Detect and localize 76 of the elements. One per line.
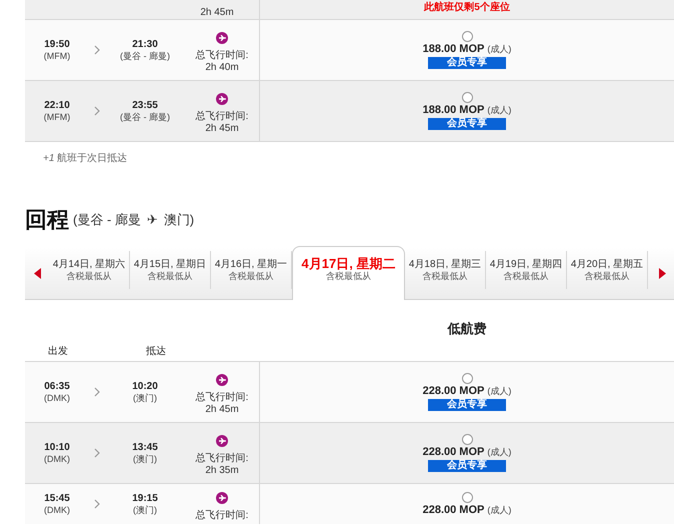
- fare-radio[interactable]: [462, 31, 472, 42]
- arrival-time: 23:55: [132, 100, 158, 112]
- member-badge: 会员专享: [428, 57, 506, 69]
- plane-icon: [216, 435, 228, 447]
- section-title: 回程: [25, 206, 69, 234]
- footnote: +1 航班于次日抵达: [42, 152, 128, 166]
- arrival-time: 13:45: [132, 442, 158, 454]
- fare-radio[interactable]: [462, 492, 472, 503]
- duration-label: 总飞行时间:: [196, 392, 248, 404]
- route-destination: 澳门): [164, 211, 194, 229]
- date-tab[interactable]: 4月19日, 星期四 含税最低从: [486, 251, 567, 289]
- arrival-time: 21:30: [132, 38, 158, 50]
- chevron-icon: [94, 499, 100, 509]
- column-header: 抵达: [146, 344, 166, 358]
- fare-radio[interactable]: [462, 373, 472, 384]
- plane-icon: [216, 93, 228, 105]
- arrival-airport: (曼谷 - 廊曼): [120, 50, 170, 62]
- passenger-type: (成人): [487, 44, 512, 54]
- passenger-type: (成人): [487, 447, 512, 457]
- plane-symbol: ✈: [146, 212, 158, 228]
- duration-label: 总飞行时间:: [196, 50, 248, 62]
- arrival-time: 10:20: [132, 380, 158, 392]
- date-tab[interactable]: 4月15日, 星期日 含税最低从: [130, 251, 211, 289]
- duration-value: 2h 40m: [205, 62, 239, 74]
- plane-icon: [216, 374, 228, 386]
- passenger-type: (成人): [487, 386, 512, 396]
- arrival-airport: (曼谷 - 廊曼): [120, 112, 170, 122]
- departure-airport: (DMK): [44, 392, 70, 404]
- fare-radio[interactable]: [462, 92, 472, 103]
- duration-label: 总飞行时间:: [196, 453, 248, 465]
- date-tab[interactable]: 4月14日, 星期六 含税最低从: [49, 251, 130, 289]
- duration-value: 2h 45m: [205, 123, 239, 135]
- arrival-airport: (澳门): [133, 392, 157, 404]
- departure-time: 10:10: [44, 442, 70, 454]
- departure-airport: (MFM): [44, 50, 70, 62]
- arrival-airport: (澳门): [133, 454, 157, 464]
- duration-label: 总飞行时间:: [196, 510, 248, 522]
- departure-time: 06:35: [44, 380, 70, 392]
- departure-airport: (DMK): [44, 454, 70, 464]
- previous-arrow-icon: [34, 268, 41, 278]
- fare-price: 228.00 MOP: [422, 504, 484, 516]
- duration-value: 2h 45m: [205, 404, 239, 416]
- chevron-icon: [94, 45, 100, 55]
- departure-time: 22:10: [44, 100, 70, 112]
- date-tab[interactable]: 4月20日, 星期五 含税最低从: [567, 251, 648, 289]
- duration-value: 2h 45m: [199, 7, 235, 19]
- arrival-time: 19:15: [132, 492, 158, 504]
- date-tab[interactable]: 4月18日, 星期三 含税最低从: [405, 251, 486, 289]
- route-origin: (曼谷 - 廊曼: [73, 211, 141, 229]
- duration-value: 2h 35m: [205, 465, 239, 477]
- fare-column-header: 低航费: [446, 320, 488, 338]
- chevron-icon: [94, 448, 100, 458]
- seats-notice: 此航班仅剩5个座位: [424, 0, 510, 14]
- fare-price: 188.00 MOP: [422, 104, 484, 116]
- plane-icon: [216, 32, 228, 44]
- arrival-airport: (澳门): [133, 504, 157, 516]
- chevron-icon: [94, 106, 100, 116]
- fare-price: 228.00 MOP: [422, 385, 484, 397]
- date-tab[interactable]: 4月17日, 星期二 含税最低从: [292, 246, 405, 300]
- departure-time: 15:45: [44, 492, 70, 504]
- member-badge: 会员专享: [428, 460, 506, 472]
- plane-icon: [216, 492, 228, 504]
- passenger-type: (成人): [487, 105, 512, 115]
- column-header: 出发: [48, 344, 68, 358]
- member-badge: 会员专享: [428, 118, 506, 130]
- fare-price: 228.00 MOP: [422, 446, 484, 458]
- passenger-type: (成人): [487, 505, 512, 515]
- departure-airport: (MFM): [44, 112, 70, 122]
- member-badge: 会员专享: [428, 399, 506, 411]
- duration-label: 总飞行时间:: [196, 111, 248, 123]
- departure-time: 19:50: [44, 38, 70, 50]
- next-arrow-icon: [659, 268, 666, 278]
- fare-price: 188.00 MOP: [422, 43, 484, 55]
- chevron-icon: [94, 387, 100, 397]
- fare-radio[interactable]: [462, 434, 472, 445]
- departure-airport: (DMK): [44, 504, 70, 516]
